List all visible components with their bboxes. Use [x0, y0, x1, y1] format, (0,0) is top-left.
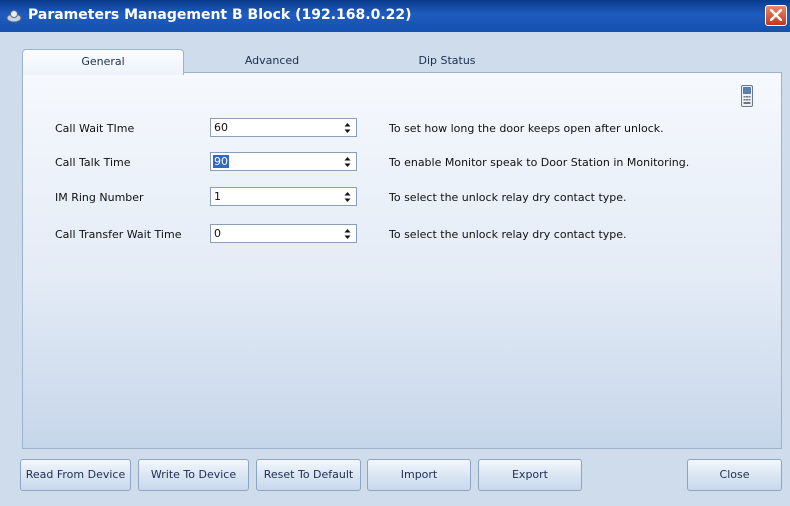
call-transfer-wait-time-value[interactable]: 0 — [214, 227, 221, 240]
title-bar[interactable]: Parameters Management B Block (192.168.0… — [0, 0, 790, 32]
parameters-window: Parameters Management B Block (192.168.0… — [0, 0, 790, 506]
call-talk-time-value[interactable]: 90 — [213, 155, 229, 168]
spinner-arrows-icon[interactable] — [344, 228, 351, 240]
call-talk-time-description: To enable Monitor speak to Door Station … — [389, 156, 690, 169]
tab-strip: General Advanced Dip Status — [22, 49, 782, 75]
reset-to-default-button[interactable]: Reset To Default — [256, 459, 361, 491]
window-title: Parameters Management B Block (192.168.0… — [28, 7, 412, 23]
general-panel: Call Wait TIme 60 To set how long the do… — [22, 72, 782, 449]
im-ring-number-spinner[interactable]: 1 — [210, 187, 357, 206]
call-talk-time-label: Call Talk Time — [55, 156, 131, 169]
im-ring-number-value[interactable]: 1 — [214, 190, 221, 203]
call-wait-time-description: To set how long the door keeps open afte… — [389, 122, 664, 135]
spinner-arrows-icon[interactable] — [344, 156, 351, 168]
im-ring-number-description: To select the unlock relay dry contact t… — [389, 191, 627, 204]
spinner-arrows-icon[interactable] — [344, 191, 351, 203]
call-talk-time-spinner[interactable]: 90 — [210, 152, 357, 171]
tab-advanced[interactable]: Advanced — [192, 49, 352, 73]
close-icon[interactable] — [765, 5, 787, 26]
call-transfer-wait-time-description: To select the unlock relay dry contact t… — [389, 228, 627, 241]
close-button[interactable]: Close — [687, 459, 782, 491]
read-from-device-button[interactable]: Read From Device — [20, 459, 131, 491]
import-button[interactable]: Import — [367, 459, 471, 491]
call-transfer-wait-time-label: Call Transfer Wait Time — [55, 228, 182, 241]
export-button[interactable]: Export — [478, 459, 582, 491]
im-ring-number-label: IM Ring Number — [55, 191, 144, 204]
call-wait-time-label: Call Wait TIme — [55, 122, 135, 135]
tab-dip-status[interactable]: Dip Status — [362, 49, 532, 73]
write-to-device-button[interactable]: Write To Device — [138, 459, 249, 491]
device-icon — [741, 85, 753, 107]
app-icon — [6, 10, 22, 23]
call-wait-time-spinner[interactable]: 60 — [210, 118, 357, 137]
call-transfer-wait-time-spinner[interactable]: 0 — [210, 224, 357, 243]
spinner-arrows-icon[interactable] — [344, 122, 351, 134]
call-wait-time-value[interactable]: 60 — [214, 121, 228, 134]
tab-general[interactable]: General — [22, 49, 184, 75]
